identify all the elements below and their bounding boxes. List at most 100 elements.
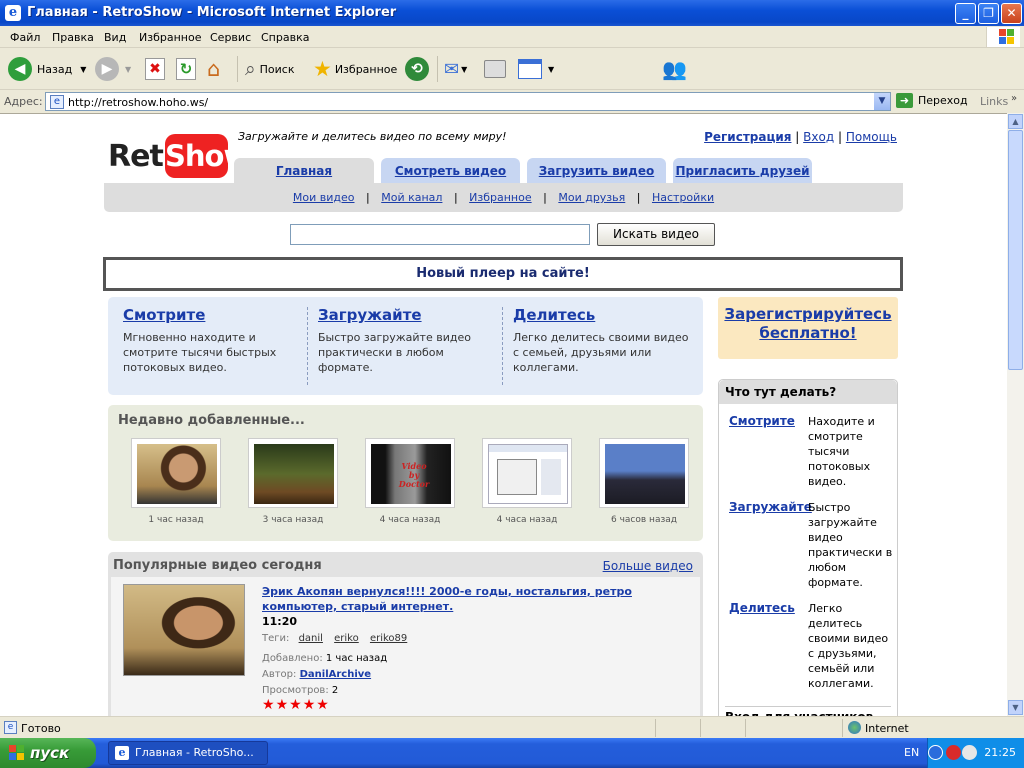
history-button[interactable]: ⟲	[405, 55, 429, 83]
recent-video-thumb[interactable]	[599, 438, 689, 508]
search-button[interactable]: ⌕ Поиск	[245, 55, 294, 83]
mail-button[interactable]: ✉ ▼	[444, 55, 467, 83]
video-views: Просмотров: 2	[262, 685, 338, 696]
tab-home-label[interactable]: Главная	[276, 164, 332, 178]
forward-button[interactable]: ▶ ▼	[95, 55, 131, 83]
whatdo-upload-link[interactable]: Загружайте	[729, 500, 812, 514]
stop-icon: ✖	[145, 58, 165, 80]
go-arrow-icon: ➜	[896, 93, 913, 108]
back-dropdown-icon[interactable]: ▼	[80, 65, 86, 74]
recent-video-thumb[interactable]	[482, 438, 572, 508]
register-free-link[interactable]: Зарегистрируйтесь бесплатно!	[724, 305, 891, 342]
video-tags: Теги: danil eriko eriko89	[262, 633, 415, 644]
login-link[interactable]: Вход	[803, 130, 834, 144]
address-url[interactable]: http://retroshow.hoho.ws/	[68, 96, 208, 109]
address-bar: Адрес: e http://retroshow.hoho.ws/ ▼ ➜ П…	[0, 90, 1024, 112]
author-label: Автор:	[262, 669, 297, 680]
links-chevron-icon[interactable]: »	[1011, 93, 1017, 104]
start-button[interactable]: пуск	[0, 738, 96, 768]
refresh-button[interactable]: ↻	[176, 55, 196, 83]
vertical-scrollbar[interactable]: ▲ ▼	[1007, 113, 1024, 716]
feature-upload-title[interactable]: Загружайте	[318, 306, 498, 324]
feature-watch: Смотрите Мгновенно находите и смотрите т…	[123, 306, 303, 375]
tab-upload[interactable]: Загрузить видео	[527, 158, 666, 185]
subnav-my-friends[interactable]: Мои друзья	[558, 191, 625, 204]
subnav-favorites[interactable]: Избранное	[469, 191, 531, 204]
feature-watch-title[interactable]: Смотрите	[123, 306, 303, 324]
recent-video-thumb[interactable]	[248, 438, 338, 508]
subnav-my-videos[interactable]: Мои видео	[293, 191, 355, 204]
recent-video-time: 4 часа назад	[496, 515, 558, 525]
tab-invite[interactable]: Пригласить друзей	[673, 158, 812, 185]
what-to-do-title: Что тут делать?	[719, 380, 897, 404]
popular-video-thumb[interactable]	[123, 584, 245, 676]
favorites-button[interactable]: ★ Избранное	[313, 55, 397, 83]
tab-upload-label[interactable]: Загрузить видео	[539, 164, 654, 178]
forward-dropdown-icon[interactable]: ▼	[125, 65, 131, 74]
scroll-up-icon[interactable]: ▲	[1008, 114, 1023, 129]
register-link[interactable]: Регистрация	[704, 130, 791, 144]
menu-tools[interactable]: Сервис	[210, 31, 251, 44]
feature-share-title[interactable]: Делитесь	[513, 306, 693, 324]
edit-button[interactable]: ▼	[518, 55, 554, 83]
minimize-button[interactable]: _	[955, 3, 976, 24]
tag-link[interactable]: eriko	[334, 633, 359, 644]
whatdo-share-link[interactable]: Делитесь	[729, 601, 795, 615]
recent-video-thumb[interactable]: Video by Doctor	[365, 438, 455, 508]
address-field[interactable]: e http://retroshow.hoho.ws/ ▼	[45, 92, 891, 111]
search-videos-button[interactable]: Искать видео	[597, 223, 715, 246]
taskbar-ie-label: Главная - RetroSho...	[135, 746, 254, 759]
stop-button[interactable]: ✖	[145, 55, 165, 83]
tray-chevron-icon[interactable]	[928, 745, 943, 760]
back-button[interactable]: ◀ Назад ▼	[8, 55, 86, 83]
language-indicator[interactable]: EN	[904, 746, 919, 759]
print-button[interactable]	[484, 55, 506, 83]
subnav-settings[interactable]: Настройки	[652, 191, 714, 204]
site-logo[interactable]: Retro Show	[108, 134, 250, 178]
menu-file[interactable]: Файл	[10, 31, 40, 44]
maximize-button[interactable]: ❐	[978, 3, 999, 24]
toolbar: ◀ Назад ▼ ▶ ▼ ✖ ↻ ⌂ ⌕ Поиск ★ Избранное …	[0, 48, 1024, 90]
video-search-input[interactable]	[290, 224, 590, 245]
title-bar[interactable]: e Главная - RetroShow - Microsoft Intern…	[0, 0, 1024, 26]
menu-help[interactable]: Справка	[261, 31, 309, 44]
popular-video-title[interactable]: Эрик Акопян вернулся!!!! 2000-е годы, но…	[262, 584, 682, 614]
status-bar: e Готово Internet	[0, 716, 1024, 738]
close-button[interactable]: ✕	[1001, 3, 1022, 24]
volume-icon[interactable]	[962, 745, 977, 760]
go-button[interactable]: ➜ Переход	[896, 93, 968, 108]
whatdo-watch-link[interactable]: Смотрите	[729, 414, 795, 428]
tab-invite-label[interactable]: Пригласить друзей	[675, 164, 809, 178]
subnav-my-channel[interactable]: Мой канал	[381, 191, 442, 204]
features-box: Смотрите Мгновенно находите и смотрите т…	[108, 297, 703, 395]
scroll-down-icon[interactable]: ▼	[1008, 700, 1023, 715]
tab-watch-label[interactable]: Смотреть видео	[395, 164, 506, 178]
tag-link[interactable]: eriko89	[370, 633, 407, 644]
links-button[interactable]: Links	[980, 95, 1008, 108]
mail-dropdown-icon[interactable]: ▼	[461, 65, 467, 74]
help-link[interactable]: Помощь	[846, 130, 897, 144]
taskbar-ie-window[interactable]: e Главная - RetroSho...	[108, 741, 268, 765]
scroll-thumb[interactable]	[1008, 130, 1023, 370]
edit-dropdown-icon[interactable]: ▼	[548, 65, 554, 74]
recent-video-thumb[interactable]	[131, 438, 221, 508]
tab-watch[interactable]: Смотреть видео	[381, 158, 520, 185]
author-link[interactable]: DanilArchive	[300, 669, 371, 680]
what-to-do-box: Что тут делать? Смотрите Находите и смот…	[718, 379, 898, 716]
members-login-heading: Вход для участников	[725, 706, 891, 716]
more-videos-link[interactable]: Больше видео	[603, 559, 693, 573]
back-arrow-icon: ◀	[8, 57, 32, 81]
feature-upload-desc: Быстро загружайте видео практически в лю…	[318, 331, 471, 374]
menu-edit[interactable]: Правка	[52, 31, 94, 44]
page-icon: e	[50, 95, 64, 109]
messenger-button[interactable]: 👥	[662, 55, 687, 83]
home-button[interactable]: ⌂	[207, 55, 220, 83]
back-label: Назад	[37, 62, 73, 76]
menu-favorites[interactable]: Избранное	[139, 31, 201, 44]
security-shield-icon[interactable]	[946, 745, 961, 760]
menu-view[interactable]: Вид	[104, 31, 126, 44]
recent-video-time: 6 часов назад	[611, 515, 677, 525]
address-dropdown-icon[interactable]: ▼	[874, 93, 890, 110]
tag-link[interactable]: danil	[299, 633, 323, 644]
subnav: Мои видео | Мой канал | Избранное | Мои …	[104, 183, 903, 212]
